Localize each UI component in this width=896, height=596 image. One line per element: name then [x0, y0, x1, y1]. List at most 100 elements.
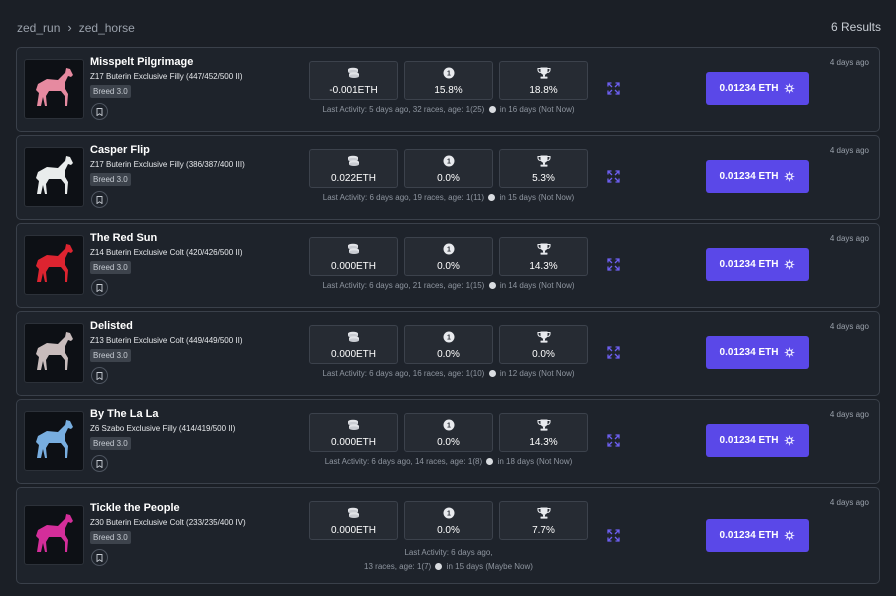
bookmark-icon	[96, 107, 103, 116]
coins-icon	[310, 67, 397, 79]
expand-icon[interactable]	[607, 82, 620, 95]
horse-name[interactable]: By The La La	[90, 408, 158, 420]
svg-text:1: 1	[447, 511, 451, 518]
sparkle-icon	[784, 259, 796, 270]
earnings-value: 0.000ETH	[330, 261, 377, 272]
sparkle-icon	[784, 83, 796, 94]
trophy-icon	[500, 67, 587, 79]
podium-value: 14.3%	[529, 261, 558, 272]
expand-icon[interactable]	[607, 258, 620, 271]
buy-button[interactable]: 0.01234 ETH	[706, 72, 809, 105]
expand-icon[interactable]	[607, 170, 620, 183]
sparkle-icon	[784, 530, 796, 541]
results-count: 6 Results	[830, 20, 881, 34]
activity-line: Last Activity: 6 days ago,	[404, 548, 493, 557]
horse-image[interactable]	[24, 147, 84, 207]
bookmark-icon	[96, 459, 103, 468]
buy-button[interactable]: 0.01234 ETH	[706, 160, 809, 193]
horse-image[interactable]	[24, 505, 84, 565]
bookmark-button[interactable]	[91, 279, 108, 296]
podium-value: 5.3%	[532, 173, 555, 184]
listed-time: 4 days ago	[829, 58, 869, 67]
price-label: 0.01234 ETH	[719, 83, 779, 94]
svg-text:1: 1	[447, 335, 451, 342]
first-place-stat: 1 15.8%	[404, 61, 493, 100]
horse-name[interactable]: The Red Sun	[90, 232, 157, 244]
expand-icon[interactable]	[607, 346, 620, 359]
first-place-value: 0.0%	[437, 437, 460, 448]
horse-card[interactable]: Misspelt Pilgrimage Z17 Buterin Exclusiv…	[16, 47, 880, 132]
last-activity: Last Activity: 6 days ago, 13 races, age…	[309, 546, 588, 574]
breed-badge: Breed 3.0	[90, 349, 131, 362]
bookmark-button[interactable]	[91, 103, 108, 120]
price-label: 0.01234 ETH	[719, 530, 779, 541]
podium-stat: 7.7%	[499, 501, 588, 540]
horse-name[interactable]: Delisted	[90, 320, 133, 332]
first-place-value: 0.0%	[437, 349, 460, 360]
expand-icon[interactable]	[607, 434, 620, 447]
breed-badge: Breed 3.0	[90, 173, 131, 186]
expand-icon[interactable]	[607, 529, 620, 542]
buy-button[interactable]: 0.01234 ETH	[706, 336, 809, 369]
horse-name[interactable]: Tickle the People	[90, 502, 180, 514]
trophy-icon	[500, 331, 587, 343]
activity-line: Last Activity: 6 days ago, 19 races, age…	[322, 193, 575, 202]
horse-face-icon	[435, 563, 443, 570]
buy-button[interactable]: 0.01234 ETH	[706, 519, 809, 552]
first-place-icon: 1	[405, 331, 492, 343]
bookmark-icon	[96, 553, 103, 562]
bookmark-button[interactable]	[91, 455, 108, 472]
price-label: 0.01234 ETH	[719, 347, 779, 358]
first-place-stat: 1 0.0%	[404, 149, 493, 188]
earnings-stat: 0.000ETH	[309, 501, 398, 540]
chevron-right-icon: ›	[67, 20, 72, 35]
first-place-stat: 1 0.0%	[404, 237, 493, 276]
horse-image[interactable]	[24, 323, 84, 383]
bookmark-button[interactable]	[91, 191, 108, 208]
breadcrumb-root[interactable]: zed_run	[17, 21, 60, 35]
horse-description: Z14 Buterin Exclusive Colt (420/426/500 …	[90, 248, 243, 257]
first-place-icon: 1	[405, 243, 492, 255]
horse-name[interactable]: Casper Flip	[90, 144, 150, 156]
last-activity: Last Activity: 6 days ago, 21 races, age…	[309, 281, 588, 290]
horse-image[interactable]	[24, 411, 84, 471]
listed-time: 4 days ago	[829, 146, 869, 155]
podium-value: 14.3%	[529, 437, 558, 448]
last-activity: Last Activity: 5 days ago, 32 races, age…	[309, 105, 588, 114]
listed-time: 4 days ago	[829, 234, 869, 243]
earnings-stat: 0.022ETH	[309, 149, 398, 188]
bookmark-button[interactable]	[91, 549, 108, 566]
horse-card[interactable]: By The La La Z6 Szabo Exclusive Filly (4…	[16, 399, 880, 484]
horse-card[interactable]: Casper Flip Z17 Buterin Exclusive Filly …	[16, 135, 880, 220]
first-place-stat: 1 0.0%	[404, 325, 493, 364]
horse-card[interactable]: The Red Sun Z14 Buterin Exclusive Colt (…	[16, 223, 880, 308]
first-place-icon: 1	[405, 507, 492, 519]
trophy-icon	[500, 419, 587, 431]
horse-card[interactable]: Delisted Z13 Buterin Exclusive Colt (449…	[16, 311, 880, 396]
buy-button[interactable]: 0.01234 ETH	[706, 424, 809, 457]
buy-button[interactable]: 0.01234 ETH	[706, 248, 809, 281]
first-place-value: 0.0%	[437, 173, 460, 184]
activity-line: Last Activity: 6 days ago, 21 races, age…	[322, 281, 575, 290]
podium-value: 7.7%	[532, 525, 555, 536]
horse-image[interactable]	[24, 235, 84, 295]
horse-description: Z6 Szabo Exclusive Filly (414/419/500 II…	[90, 424, 236, 433]
sparkle-icon	[784, 435, 796, 446]
horse-image[interactable]	[24, 59, 84, 119]
horse-description: Z30 Buterin Exclusive Colt (233/235/400 …	[90, 518, 246, 527]
price-label: 0.01234 ETH	[719, 259, 779, 270]
bookmark-icon	[96, 195, 103, 204]
horse-face-icon	[488, 106, 496, 113]
listed-time: 4 days ago	[829, 498, 869, 507]
horse-card[interactable]: Tickle the People Z30 Buterin Exclusive …	[16, 487, 880, 584]
svg-text:1: 1	[447, 247, 451, 254]
breadcrumb-current: zed_horse	[78, 20, 135, 35]
podium-stat: 14.3%	[499, 237, 588, 276]
podium-value: 0.0%	[532, 349, 555, 360]
bookmark-button[interactable]	[91, 367, 108, 384]
last-activity: Last Activity: 6 days ago, 16 races, age…	[309, 369, 588, 378]
podium-stat: 0.0%	[499, 325, 588, 364]
first-place-icon: 1	[405, 67, 492, 79]
horse-description: Z13 Buterin Exclusive Colt (449/449/500 …	[90, 336, 243, 345]
horse-name[interactable]: Misspelt Pilgrimage	[90, 56, 193, 68]
